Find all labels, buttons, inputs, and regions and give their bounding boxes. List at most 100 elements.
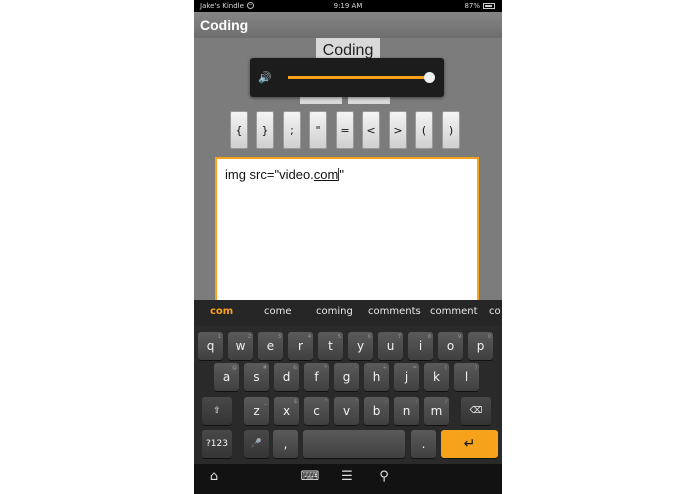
key-label: g: [342, 370, 351, 384]
key-hint: 9: [457, 334, 461, 340]
mic-key[interactable]: 🎤: [244, 430, 269, 458]
key-label: y: [356, 339, 365, 353]
key-i[interactable]: i8: [408, 332, 433, 360]
suggestion-item[interactable]: coming: [316, 306, 353, 317]
key-n[interactable]: n;: [394, 397, 419, 425]
key-j[interactable]: j =: [394, 363, 419, 391]
key-d[interactable]: d &: [274, 363, 299, 391]
editor-text: img src="video.com": [225, 167, 344, 182]
symbol-key[interactable]: <: [362, 111, 380, 149]
volume-slider[interactable]: [288, 72, 436, 83]
comma-key[interactable]: ,: [273, 430, 298, 458]
key-hint: 0: [487, 334, 491, 340]
app-title: Coding: [200, 17, 249, 33]
suggestion-item[interactable]: co: [489, 306, 501, 317]
key-hint: 6: [367, 334, 371, 340]
key-m[interactable]: m /: [424, 397, 449, 425]
device-screen: Jake's Kindle − 9:19 AM 87% Coding Codin…: [194, 0, 502, 494]
key-label: p: [476, 339, 485, 353]
status-bar: Jake's Kindle − 9:19 AM 87%: [194, 0, 502, 12]
key-hint: :: [385, 399, 387, 405]
key-y[interactable]: y6: [348, 332, 373, 360]
key-label: j: [404, 370, 409, 384]
key-v[interactable]: v ': [334, 397, 359, 425]
key-x[interactable]: x $: [274, 397, 299, 425]
key-hint: _: [264, 399, 268, 405]
key-c[interactable]: c ": [304, 397, 329, 425]
key-hint: 2: [247, 334, 251, 340]
key-t[interactable]: t5: [318, 332, 343, 360]
symbol-key[interactable]: ): [442, 111, 460, 149]
search-icon[interactable]: ⚲: [374, 469, 394, 484]
code-editor[interactable]: img src="video.com": [215, 157, 479, 307]
key-label: e: [266, 339, 275, 353]
volume-slider-fill: [288, 76, 430, 79]
key-hint: (: [445, 365, 447, 371]
editor-composing-word: com: [313, 167, 339, 182]
key-hint: /: [445, 399, 447, 405]
key-label: l: [464, 370, 469, 384]
suggestion-item[interactable]: com: [210, 306, 233, 317]
key-hint: -: [355, 365, 357, 371]
key-h[interactable]: h +: [364, 363, 389, 391]
key-l[interactable]: l): [454, 363, 479, 391]
key-hint: +: [382, 365, 387, 371]
key-k[interactable]: k(: [424, 363, 449, 391]
enter-key[interactable]: ↵: [441, 430, 498, 458]
key-q[interactable]: q1: [198, 332, 223, 360]
key-label: t: [328, 339, 333, 353]
key-u[interactable]: u7: [378, 332, 403, 360]
on-screen-keyboard: com come coming comments comment co q1w2e3r4t…: [194, 300, 502, 464]
editor-text-before: img src="video.: [225, 167, 314, 182]
key-hint: ): [475, 365, 477, 371]
symbol-key[interactable]: {: [230, 111, 248, 149]
key-e[interactable]: e3: [258, 332, 283, 360]
keyboard-hide-icon[interactable]: ⌨: [300, 469, 320, 484]
key-s[interactable]: s #: [244, 363, 269, 391]
key-hint: 8: [427, 334, 431, 340]
symbol-key[interactable]: (: [415, 111, 433, 149]
volume-slider-thumb[interactable]: [424, 72, 436, 83]
key-p[interactable]: p0: [468, 332, 493, 360]
key-label: z: [253, 404, 260, 418]
key-a[interactable]: a @: [214, 363, 239, 391]
key-hint: *: [324, 365, 328, 371]
key-label: f: [314, 370, 319, 384]
home-icon[interactable]: ⌂: [204, 469, 224, 484]
key-r[interactable]: r4: [288, 332, 313, 360]
symbol-key[interactable]: }: [256, 111, 274, 149]
key-label: c: [313, 404, 320, 418]
mode-switch-key[interactable]: ?123: [202, 430, 232, 458]
key-hint: @: [232, 365, 237, 371]
suggestion-item[interactable]: comment: [430, 306, 478, 317]
key-label: n: [402, 404, 411, 418]
symbol-key[interactable]: ": [309, 111, 327, 149]
key-hint: =: [412, 365, 417, 371]
space-key[interactable]: [303, 430, 405, 458]
coding-button[interactable]: Coding: [316, 38, 380, 60]
key-o[interactable]: o9: [438, 332, 463, 360]
key-label: o: [446, 339, 455, 353]
key-g[interactable]: g-: [334, 363, 359, 391]
suggestion-item[interactable]: come: [264, 306, 292, 317]
period-key[interactable]: .: [411, 430, 436, 458]
symbol-key[interactable]: ;: [283, 111, 301, 149]
key-label: b: [372, 404, 381, 418]
suggestion-item[interactable]: comments: [368, 306, 421, 317]
editor-text-after: ": [339, 167, 344, 182]
menu-icon[interactable]: ☰: [337, 469, 357, 484]
shift-key[interactable]: ⇧: [202, 397, 232, 425]
key-b[interactable]: b:: [364, 397, 389, 425]
symbol-key[interactable]: =: [336, 111, 354, 149]
key-label: m: [430, 404, 443, 418]
key-hint: 4: [307, 334, 311, 340]
key-z[interactable]: z _: [244, 397, 269, 425]
key-label: r: [298, 339, 303, 353]
key-label: x: [282, 404, 291, 418]
battery-percent: 87%: [464, 2, 480, 10]
symbol-key[interactable]: >: [389, 111, 407, 149]
key-hint: &: [293, 365, 297, 371]
backspace-key[interactable]: ⌫: [461, 397, 491, 425]
key-f[interactable]: f *: [304, 363, 329, 391]
key-label: k: [433, 370, 440, 384]
